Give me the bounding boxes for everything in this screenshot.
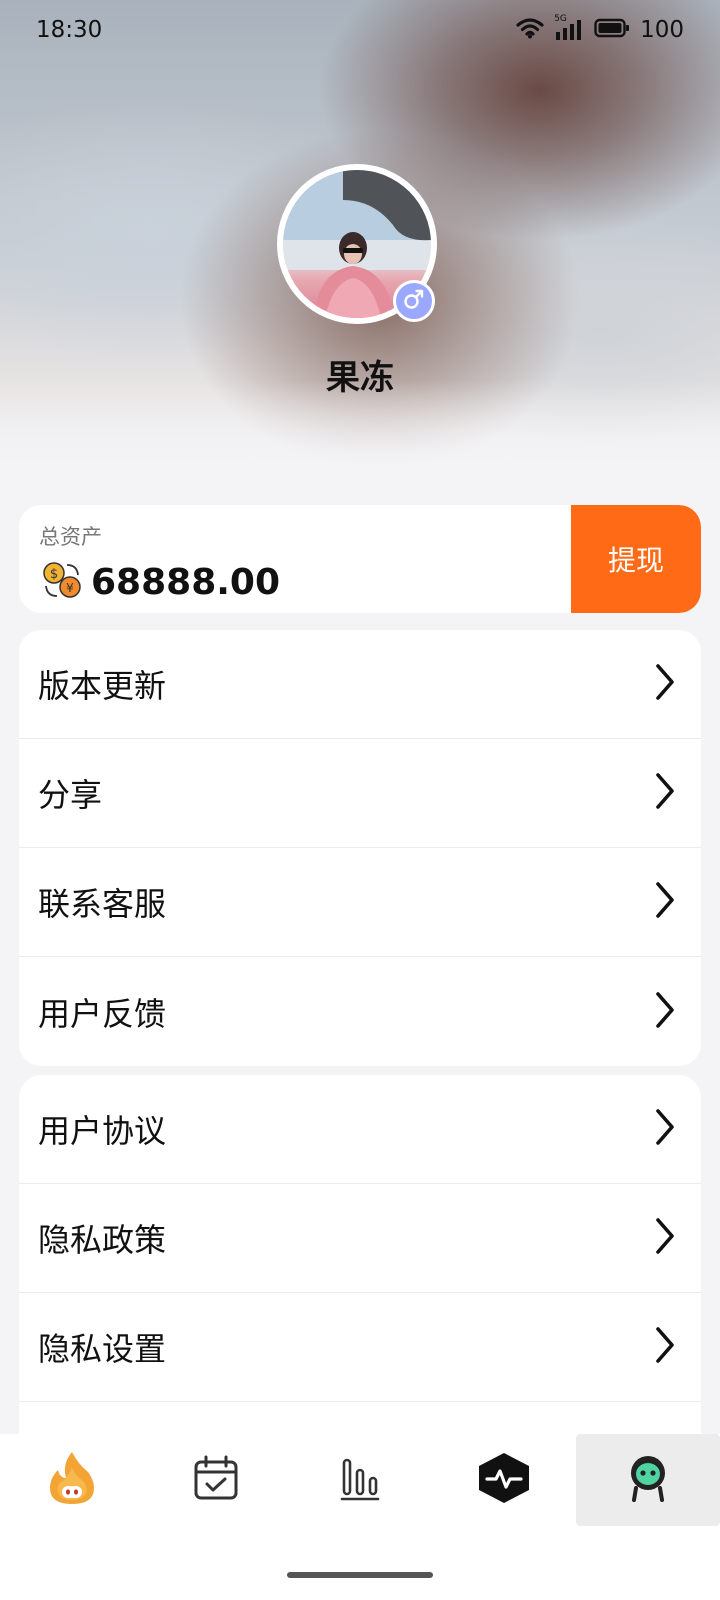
menu-item-label: 分享 <box>38 776 103 814</box>
chevron-right-icon <box>653 881 677 923</box>
battery-icon <box>594 18 630 42</box>
robot-avatar-icon <box>626 1454 670 1506</box>
menu-item-label: 隐私政策 <box>38 1221 167 1259</box>
bottom-safe-area <box>0 1526 720 1600</box>
total-assets-card: 总资产 $ ¥ 68888.00 提现 <box>19 505 701 613</box>
tab-home[interactable] <box>0 1434 144 1526</box>
menu-item-share[interactable]: 分享 <box>19 739 701 848</box>
status-bar: 18:30 5G 100 <box>0 0 720 60</box>
chevron-right-icon <box>653 663 677 705</box>
total-assets-row: $ ¥ 68888.00 <box>41 559 280 605</box>
male-gender-badge <box>393 280 435 322</box>
menu-item-privacy-policy[interactable]: 隐私政策 <box>19 1184 701 1293</box>
tab-calendar[interactable] <box>144 1434 288 1526</box>
svg-text:$: $ <box>50 567 58 582</box>
status-icons: 5G 100 <box>516 14 684 43</box>
menu-group-legal: 用户协议 隐私政策 隐私设置 <box>19 1075 701 1434</box>
chevron-right-icon <box>653 1326 677 1368</box>
tab-profile[interactable] <box>576 1434 720 1526</box>
menu-item-user-agreement[interactable]: 用户协议 <box>19 1075 701 1184</box>
male-symbol-icon <box>402 287 426 315</box>
menu-item-label: 版本更新 <box>38 667 167 705</box>
cellular-5g-icon: 5G <box>554 14 584 42</box>
battery-level: 100 <box>640 17 684 43</box>
username: 果冻 <box>326 358 394 398</box>
activity-pulse-icon <box>475 1451 533 1509</box>
chevron-right-icon <box>653 1108 677 1150</box>
chevron-right-icon <box>653 772 677 814</box>
menu-item-user-feedback[interactable]: 用户反馈 <box>19 957 701 1066</box>
total-assets-label: 总资产 <box>39 525 102 549</box>
avatar-container[interactable] <box>277 164 437 324</box>
menu-item-version-update[interactable]: 版本更新 <box>19 630 701 739</box>
currency-exchange-icon: $ ¥ <box>41 559 83 605</box>
home-indicator[interactable] <box>287 1572 433 1578</box>
menu-item-customer-service[interactable]: 联系客服 <box>19 848 701 957</box>
menu-item-label: 隐私设置 <box>38 1330 167 1368</box>
calendar-check-icon <box>192 1454 240 1506</box>
menu-item-label: 用户反馈 <box>38 994 167 1033</box>
svg-text:¥: ¥ <box>66 581 74 595</box>
tab-activity[interactable] <box>432 1434 576 1526</box>
total-assets-value: 68888.00 <box>91 561 281 603</box>
menu-item-label: 联系客服 <box>38 885 167 923</box>
menu-group-primary: 版本更新 分享 联系客服 用户反馈 <box>19 630 701 1066</box>
menu-item-privacy-settings[interactable]: 隐私设置 <box>19 1293 701 1402</box>
chevron-right-icon <box>653 991 677 1033</box>
withdraw-button[interactable]: 提现 <box>571 505 701 613</box>
bottom-tab-bar <box>0 1434 720 1526</box>
status-time: 18:30 <box>36 17 103 43</box>
menu-item-label: 用户协议 <box>38 1112 167 1150</box>
flame-mascot-icon <box>48 1450 96 1510</box>
bar-chart-icon <box>340 1454 380 1506</box>
wifi-icon <box>516 17 544 43</box>
tab-statistics[interactable] <box>288 1434 432 1526</box>
chevron-right-icon <box>653 1217 677 1259</box>
